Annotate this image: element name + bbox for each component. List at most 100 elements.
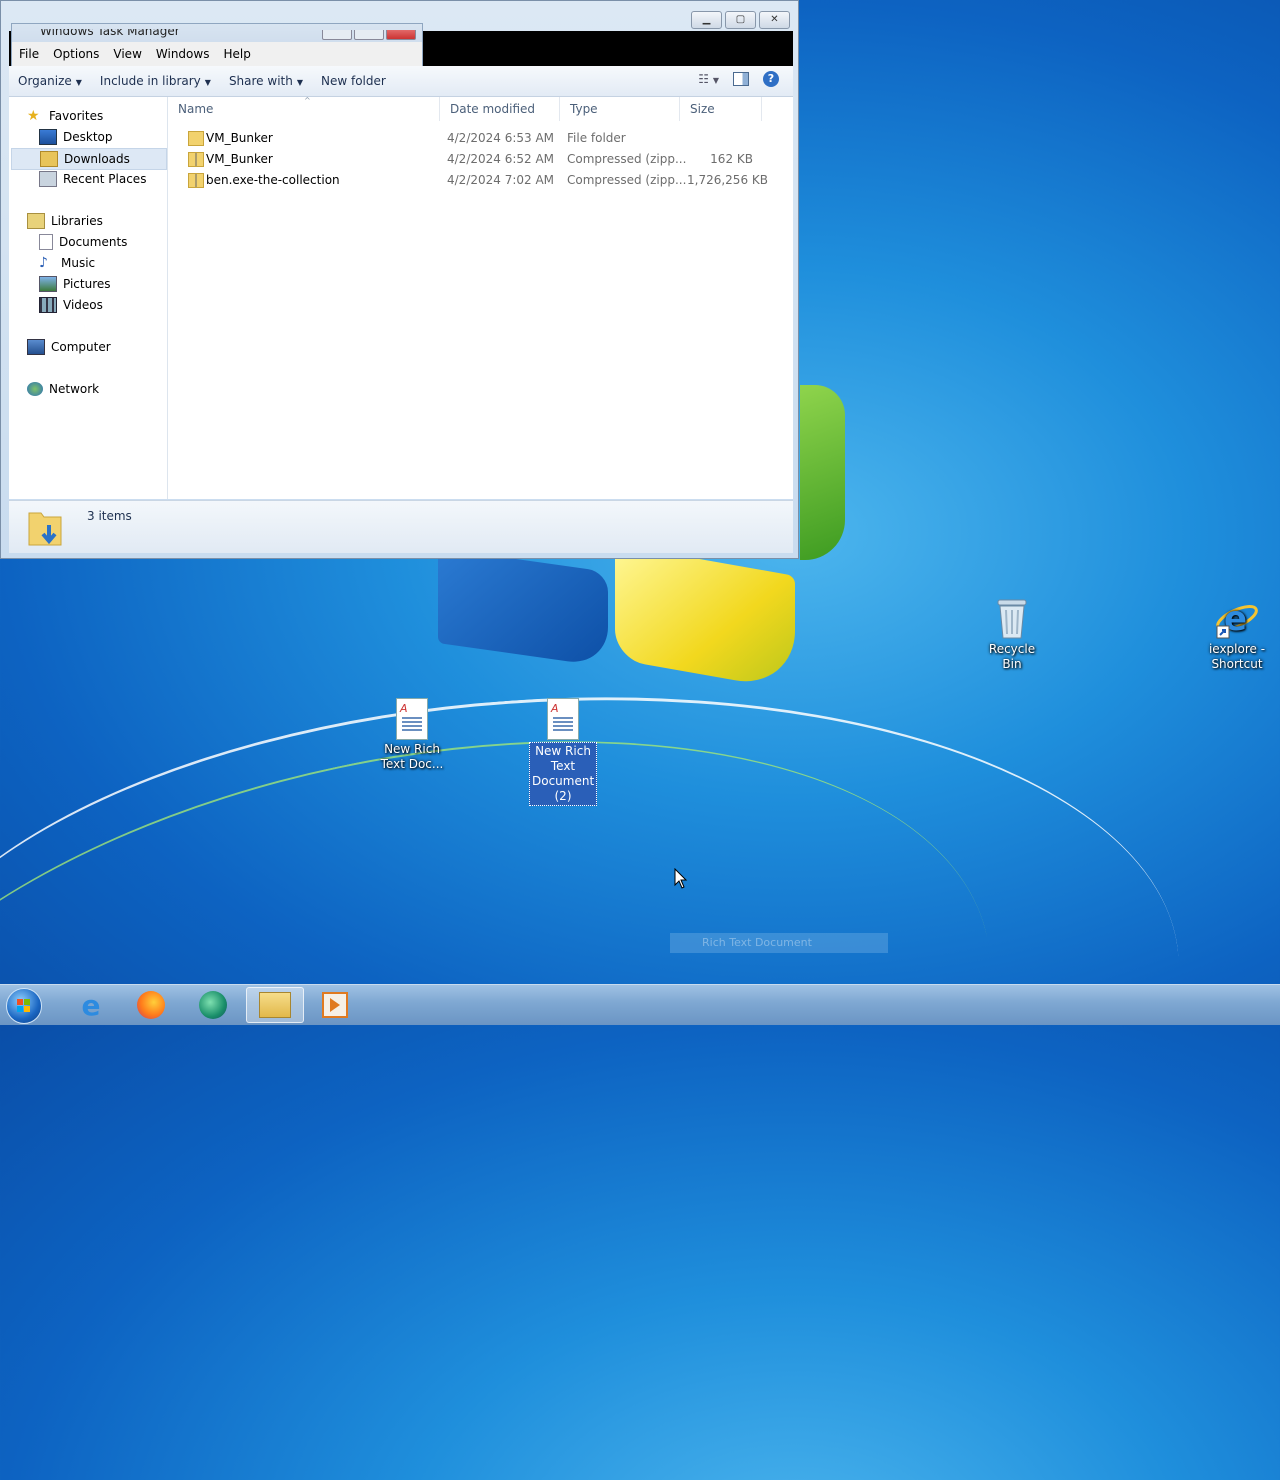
tm-minimize-button[interactable]: [322, 30, 352, 40]
music-note-icon: ♪: [39, 255, 48, 271]
nav-videos[interactable]: Videos: [39, 295, 103, 315]
nav-label: Music: [61, 256, 96, 270]
desktop-icon-rtf1[interactable]: New Rich Text Doc...: [380, 698, 444, 772]
taskbar-windows-explorer[interactable]: [246, 987, 304, 1023]
nav-favorites[interactable]: ★ Favorites: [27, 106, 103, 126]
nav-label: Downloads: [64, 152, 130, 166]
file-name: VM_Bunker: [206, 152, 273, 166]
folder-icon: [259, 992, 291, 1018]
taskbar-media-player[interactable]: [306, 987, 364, 1023]
libraries-icon: [27, 213, 45, 229]
recent-places-icon: [39, 171, 57, 187]
network-icon: [27, 382, 43, 396]
recycle-bin-icon: [997, 599, 1027, 639]
column-header-date[interactable]: Date modified: [440, 97, 560, 121]
close-button[interactable]: ✕: [759, 11, 790, 29]
help-icon[interactable]: ?: [763, 71, 779, 87]
column-header-name[interactable]: Name ^: [168, 96, 440, 121]
nav-label: Videos: [63, 298, 103, 312]
nav-label: Network: [49, 382, 100, 396]
nav-music[interactable]: ♪ Music: [39, 253, 95, 273]
mouse-cursor-icon: [674, 868, 688, 889]
explorer-window: ▁ ▢ ✕ Windows Task Manager File Options …: [0, 0, 799, 559]
include-in-library-button[interactable]: Include in library ▼: [91, 74, 220, 88]
nav-network[interactable]: Network: [27, 379, 99, 399]
column-header-size[interactable]: Size: [680, 97, 762, 121]
menu-file[interactable]: File: [12, 47, 46, 61]
column-header-type[interactable]: Type: [560, 97, 680, 121]
taskbar-app[interactable]: [184, 987, 242, 1023]
file-date: 4/2/2024 6:53 AM: [447, 131, 555, 145]
drag-tooltip: Rich Text Document: [670, 933, 888, 953]
task-manager-menubar: File Options View Windows Help: [12, 42, 422, 66]
desktop-icon: [39, 129, 57, 145]
file-type: Compressed (zipp...: [567, 173, 687, 187]
internet-explorer-icon: e: [81, 988, 101, 1022]
organize-button[interactable]: Organize ▼: [9, 74, 91, 88]
nav-label: Documents: [59, 235, 128, 249]
preview-pane-button[interactable]: [733, 72, 749, 86]
chevron-down-icon: ▼: [204, 78, 211, 87]
pictures-icon: [39, 276, 57, 292]
desktop-icon-label: Recycle Bin: [988, 642, 1036, 671]
share-with-button[interactable]: Share with ▼: [220, 74, 312, 88]
start-button[interactable]: [6, 988, 42, 1024]
wallpaper-logo-yellow: [615, 544, 795, 691]
taskbar-firefox[interactable]: [122, 987, 180, 1023]
taskbar-internet-explorer[interactable]: e: [62, 987, 120, 1023]
file-row[interactable]: VM_Bunker 4/2/2024 6:53 AM File folder: [178, 128, 778, 148]
include-label: Include in library: [99, 74, 201, 88]
nav-label: Favorites: [49, 109, 104, 123]
tm-maximize-button[interactable]: [354, 30, 384, 40]
file-size: 162 KB: [710, 152, 753, 166]
command-bar: Organize ▼ Include in library ▼ Share with…: [9, 66, 793, 97]
file-row[interactable]: VM_Bunker 4/2/2024 6:52 AM Compressed (z…: [178, 149, 778, 169]
menu-options[interactable]: Options: [46, 47, 106, 61]
nav-desktop[interactable]: Desktop: [39, 127, 113, 147]
chat-bubble-icon: [199, 991, 227, 1019]
nav-libraries[interactable]: Libraries: [27, 211, 103, 231]
task-manager-window[interactable]: Windows Task Manager File Options View W…: [11, 23, 423, 68]
downloads-folder-icon: [28, 512, 62, 546]
new-folder-button[interactable]: New folder: [312, 74, 395, 88]
nav-recent-places[interactable]: Recent Places: [39, 169, 146, 189]
sort-arrow-icon: ^: [304, 96, 311, 105]
desktop-icon-label: New Rich Text Doc...: [380, 742, 444, 771]
menu-help[interactable]: Help: [216, 47, 257, 61]
view-options-button[interactable]: ☷ ▼: [698, 72, 719, 86]
rich-text-document-icon: [396, 698, 428, 740]
wallpaper-logo-blue: [438, 548, 608, 667]
zip-folder-icon: [188, 152, 204, 167]
nav-label: Computer: [51, 340, 111, 354]
file-row[interactable]: ben.exe-the-collection 4/2/2024 7:02 AM …: [178, 170, 778, 190]
menu-view[interactable]: View: [106, 47, 148, 61]
minimize-button[interactable]: ▁: [691, 11, 722, 29]
maximize-button[interactable]: ▢: [725, 11, 756, 29]
task-manager-title: Windows Task Manager: [40, 24, 180, 38]
file-list: Name ^ Date modified Type Size VM_Bunker …: [168, 96, 793, 499]
computer-icon: [27, 339, 45, 355]
navigation-pane: ★ Favorites Desktop Downloads Recent Plac…: [9, 97, 168, 499]
file-size: 1,726,256 KB: [687, 173, 768, 187]
chevron-down-icon: ▼: [296, 78, 303, 87]
nav-computer[interactable]: Computer: [27, 337, 111, 357]
item-count: 3 items: [87, 509, 132, 523]
share-label: Share with: [228, 74, 293, 88]
desktop-icon-label: iexplore - Shortcut: [1208, 642, 1266, 671]
menu-windows[interactable]: Windows: [149, 47, 217, 61]
file-date: 4/2/2024 7:02 AM: [447, 173, 555, 187]
desktop-icon-iexplore[interactable]: e iexplore - Shortcut: [1204, 596, 1270, 672]
file-type: Compressed (zipp...: [567, 152, 687, 166]
desktop-icon-recycle-bin[interactable]: Recycle Bin: [978, 596, 1046, 672]
nav-label: Libraries: [51, 214, 103, 228]
nav-documents[interactable]: Documents: [39, 232, 127, 252]
nav-pictures[interactable]: Pictures: [39, 274, 111, 294]
file-type: File folder: [567, 131, 626, 145]
nav-label: Pictures: [63, 277, 111, 291]
wallpaper-logo-green: [800, 385, 845, 560]
desktop-icon-rtf2[interactable]: New Rich Text Document (2): [529, 698, 597, 806]
tm-close-button[interactable]: [386, 30, 416, 40]
chevron-down-icon: ▼: [75, 78, 82, 87]
file-name: ben.exe-the-collection: [206, 173, 340, 187]
nav-downloads[interactable]: Downloads: [11, 148, 167, 170]
